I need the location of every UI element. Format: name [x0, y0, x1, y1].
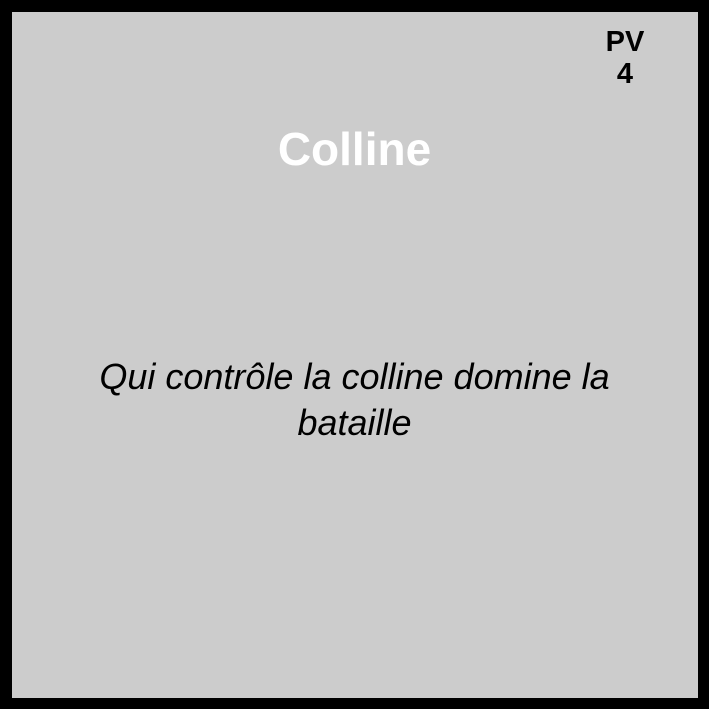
flavor-text: Qui contrôle la colline domine la batail…	[99, 356, 610, 443]
pv-value: 4	[616, 58, 634, 90]
victory-points: PV 4	[590, 26, 660, 90]
card-title: Colline	[277, 123, 432, 175]
pv-label: PV	[605, 26, 645, 58]
